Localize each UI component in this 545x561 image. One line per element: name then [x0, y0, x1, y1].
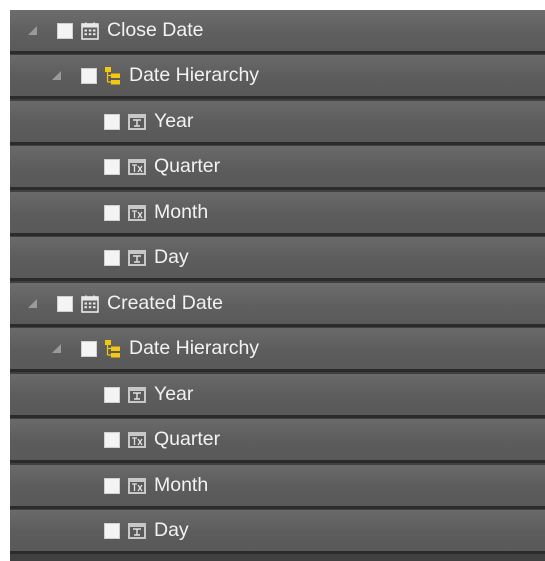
level-label: Year [154, 109, 194, 132]
date-level-calc-icon [128, 431, 146, 448]
expand-caret-icon[interactable] [52, 344, 61, 353]
calendar-table-icon [81, 22, 99, 40]
checkbox[interactable] [81, 340, 97, 357]
level-label: Quarter [154, 154, 221, 177]
checkbox[interactable] [104, 386, 120, 403]
checkbox[interactable] [104, 158, 120, 175]
level-label: Year [154, 382, 194, 405]
checkbox[interactable] [81, 67, 97, 84]
tree-item-day[interactable]: Day [10, 237, 545, 281]
date-level-icon [128, 522, 146, 539]
tree-item-year[interactable]: Year [10, 101, 545, 145]
hierarchy-icon [105, 66, 121, 85]
calendar-table-icon [81, 295, 99, 313]
tree-item-date-hierarchy[interactable]: Date Hierarchy [10, 55, 545, 99]
hierarchy-icon [105, 339, 121, 358]
checkbox[interactable] [104, 477, 120, 494]
expand-caret-icon[interactable] [28, 26, 37, 35]
level-label: Day [154, 518, 189, 541]
tree-item-date-hierarchy[interactable]: Date Hierarchy [10, 328, 545, 372]
expand-caret-icon[interactable] [52, 71, 61, 80]
checkbox[interactable] [104, 249, 120, 266]
level-label: Day [154, 245, 189, 268]
checkbox[interactable] [104, 522, 120, 539]
checkbox[interactable] [57, 295, 73, 312]
tree-item-created-date[interactable]: Created Date [10, 283, 545, 327]
checkbox[interactable] [104, 204, 120, 221]
table-label: Close Date [107, 18, 204, 41]
level-label: Quarter [154, 427, 221, 450]
tree-item-month[interactable]: Month [10, 465, 545, 509]
hierarchy-label: Date Hierarchy [129, 63, 260, 86]
date-level-calc-icon [128, 204, 146, 221]
tree-item-quarter[interactable]: Quarter [10, 146, 545, 190]
tree-item-day[interactable]: Day [10, 510, 545, 554]
table-label: Created Date [107, 291, 223, 314]
tree-item-month[interactable]: Month [10, 192, 545, 236]
tree-item-quarter[interactable]: Quarter [10, 419, 545, 463]
tree-item-year[interactable]: Year [10, 374, 545, 418]
date-level-icon [128, 249, 146, 266]
date-level-icon [128, 113, 146, 130]
level-label: Month [154, 473, 209, 496]
date-level-calc-icon [128, 158, 146, 175]
checkbox[interactable] [104, 431, 120, 448]
date-level-calc-icon [128, 477, 146, 494]
hierarchy-label: Date Hierarchy [129, 336, 260, 359]
tree-item-close-date[interactable]: Close Date [10, 10, 545, 54]
date-level-icon [128, 386, 146, 403]
level-label: Month [154, 200, 209, 223]
fields-tree: Close Date Date Hierarchy Year Quarter M… [10, 10, 545, 561]
checkbox[interactable] [57, 22, 73, 39]
checkbox[interactable] [104, 113, 120, 130]
expand-caret-icon[interactable] [28, 299, 37, 308]
